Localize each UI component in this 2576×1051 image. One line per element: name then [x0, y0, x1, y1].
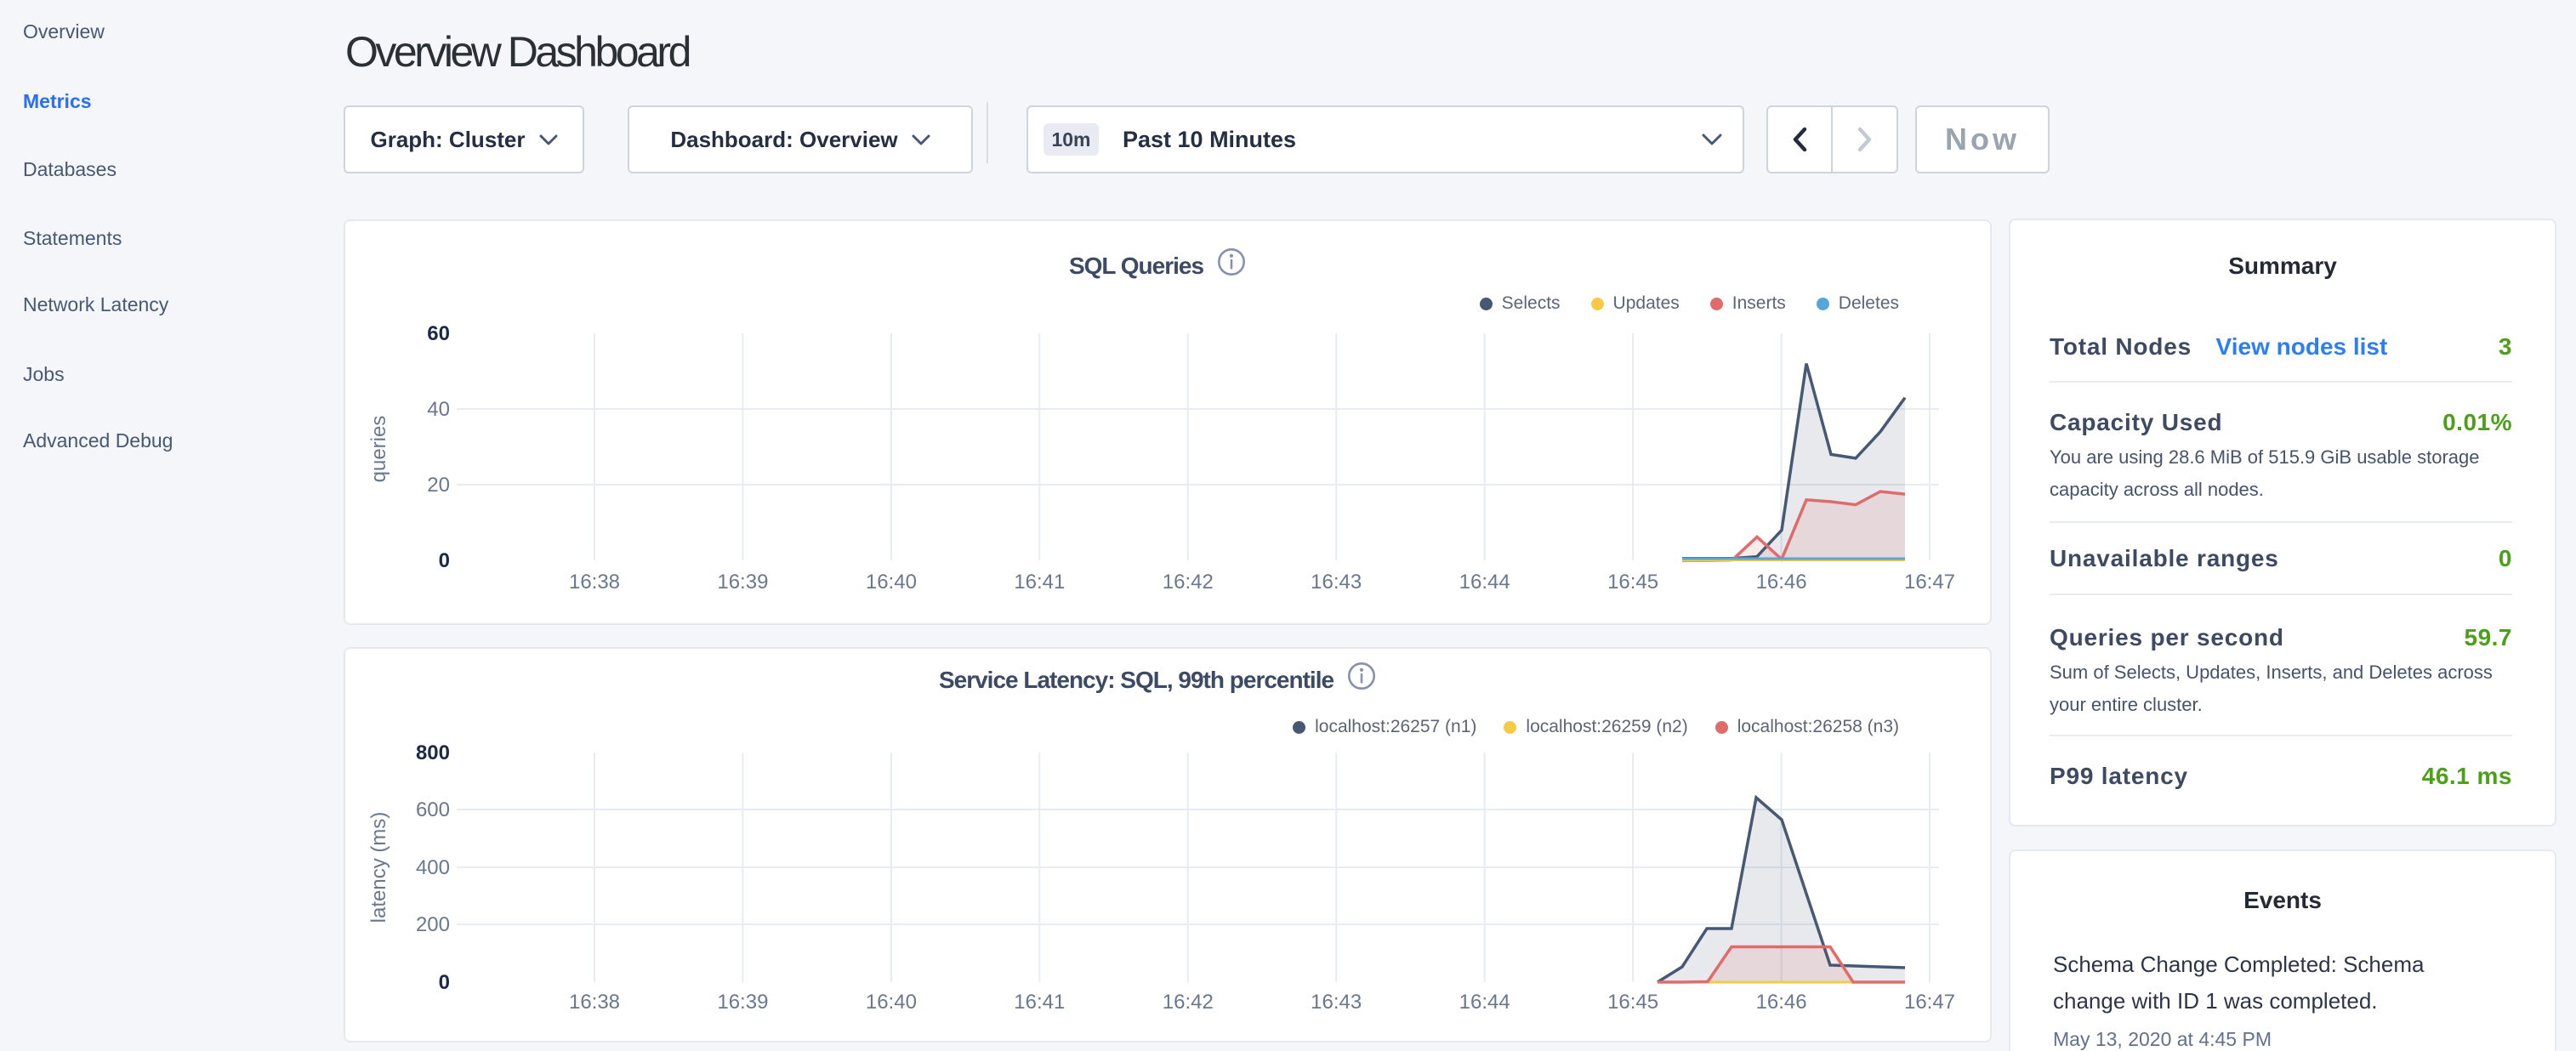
- svg-text:60: 60: [427, 322, 450, 345]
- svg-text:16:40: 16:40: [866, 991, 917, 1014]
- svg-text:200: 200: [416, 913, 450, 936]
- svg-text:16:40: 16:40: [866, 571, 917, 594]
- svg-text:16:44: 16:44: [1459, 991, 1510, 1014]
- svg-text:16:42: 16:42: [1163, 571, 1214, 594]
- svg-text:20: 20: [427, 474, 450, 497]
- svg-text:16:42: 16:42: [1163, 991, 1214, 1014]
- svg-text:16:45: 16:45: [1607, 571, 1658, 594]
- svg-text:16:38: 16:38: [569, 991, 620, 1014]
- svg-text:0: 0: [439, 549, 450, 572]
- svg-text:16:39: 16:39: [717, 991, 768, 1014]
- svg-text:16:46: 16:46: [1756, 571, 1807, 594]
- svg-text:16:47: 16:47: [1904, 991, 1955, 1014]
- svg-text:40: 40: [427, 398, 450, 421]
- svg-text:0: 0: [439, 971, 450, 994]
- svg-text:600: 600: [416, 798, 450, 821]
- svg-text:latency (ms): latency (ms): [367, 812, 390, 923]
- svg-text:16:46: 16:46: [1756, 991, 1807, 1014]
- svg-text:queries: queries: [367, 416, 390, 483]
- svg-text:16:41: 16:41: [1014, 991, 1065, 1014]
- svg-text:16:38: 16:38: [569, 571, 620, 594]
- svg-text:16:43: 16:43: [1311, 571, 1362, 594]
- svg-text:16:39: 16:39: [717, 571, 768, 594]
- svg-text:16:41: 16:41: [1014, 571, 1065, 594]
- svg-text:800: 800: [416, 741, 450, 764]
- svg-text:16:45: 16:45: [1607, 991, 1658, 1014]
- svg-text:400: 400: [416, 856, 450, 879]
- svg-text:16:43: 16:43: [1311, 991, 1362, 1014]
- svg-text:16:47: 16:47: [1904, 571, 1955, 594]
- svg-text:16:44: 16:44: [1459, 571, 1510, 594]
